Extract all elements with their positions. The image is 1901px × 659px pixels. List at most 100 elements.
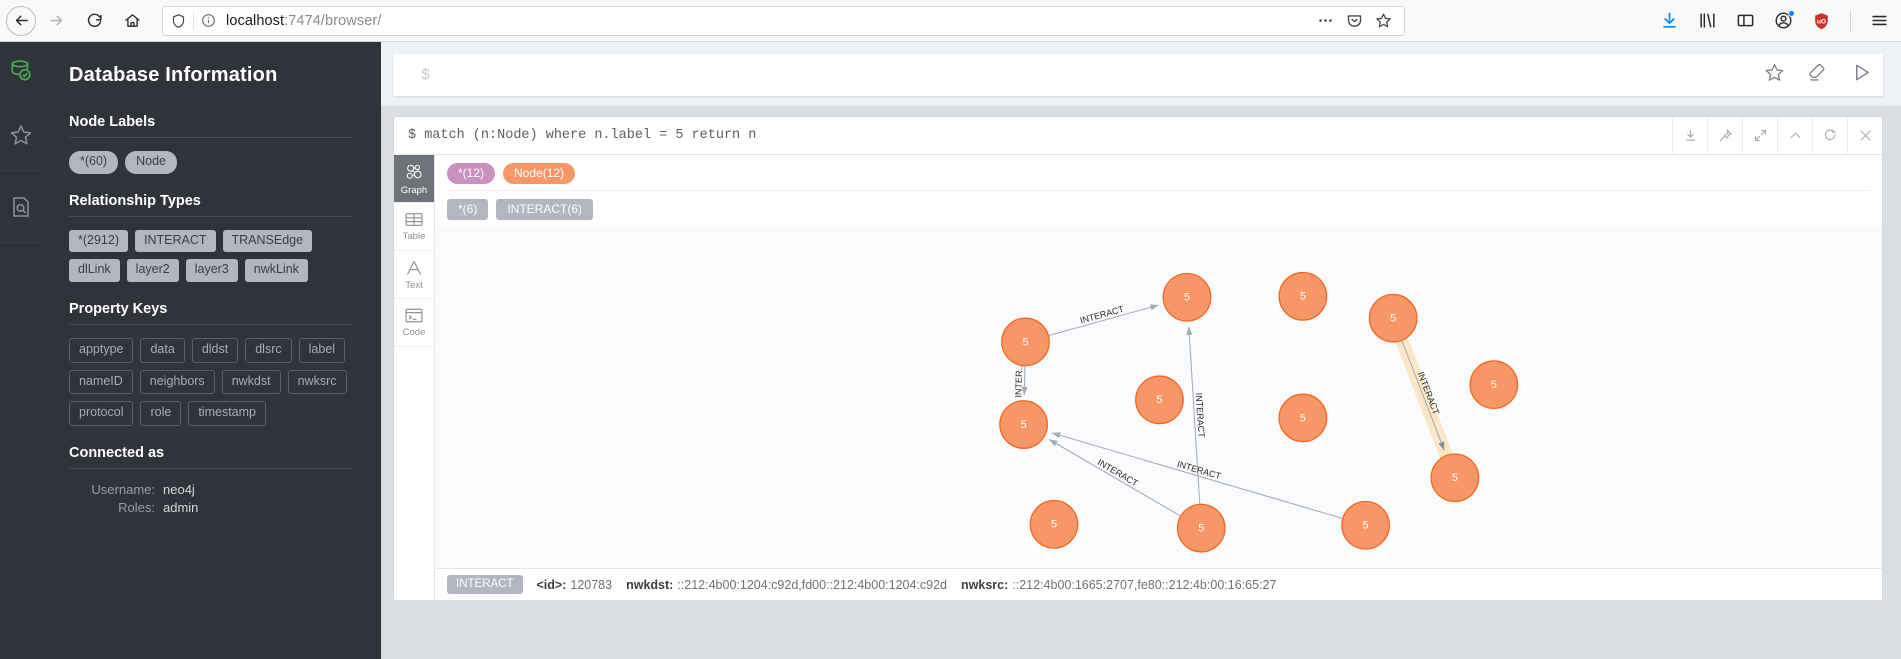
connection-details: Username: neo4j Roles: admin xyxy=(69,482,353,515)
relationship-type-chip[interactable]: dlLink xyxy=(69,259,120,282)
property-key-chip[interactable]: protocol xyxy=(69,401,134,426)
url-bar[interactable]: localhost:7474/browser/ xyxy=(162,5,1405,36)
refresh-icon[interactable] xyxy=(1812,117,1847,155)
page-actions-icon[interactable] xyxy=(1317,12,1334,29)
app-menu-icon[interactable] xyxy=(1870,11,1889,30)
status-field-value: ::212:4b00:1665:2707,fe80::212:4b:00:16:… xyxy=(1012,577,1277,592)
bookmark-star-icon[interactable] xyxy=(1375,12,1392,29)
tab-table[interactable]: Table xyxy=(394,203,434,251)
tracking-protection-shield-icon[interactable] xyxy=(171,13,186,29)
url-text: localhost:7474/browser/ xyxy=(223,13,381,29)
property-key-chip[interactable]: dlsrc xyxy=(245,337,292,363)
legend-rel-chip[interactable]: *(6) xyxy=(447,199,489,220)
node-label-chip[interactable]: Node xyxy=(125,151,177,174)
account-icon[interactable] xyxy=(1774,10,1795,30)
graph-canvas[interactable]: INTERACT INTER... INTERACT INTERACT INTERACT… xyxy=(435,226,1882,568)
app-root: localhost:7474/browser/ uO Database Info… xyxy=(0,0,1901,659)
frame-header: $ match (n:Node) where n.label = 5 retur… xyxy=(394,117,1882,155)
node-label-chip[interactable]: *(60) xyxy=(69,151,119,174)
graph-node[interactable]: 5 xyxy=(1001,317,1050,367)
section-node-labels: Node Labels *(60) Node xyxy=(69,114,353,174)
run-play-icon[interactable] xyxy=(1850,61,1873,89)
expand-icon[interactable] xyxy=(1742,117,1777,155)
database-status-icon[interactable] xyxy=(0,42,41,99)
section-divider xyxy=(69,323,353,325)
graph-node[interactable]: 5 xyxy=(999,400,1049,449)
graph-node[interactable]: 5 xyxy=(1029,499,1079,549)
property-key-chip[interactable]: dldst xyxy=(191,337,239,363)
property-key-chip[interactable]: nwkdst xyxy=(221,369,281,395)
library-icon[interactable] xyxy=(1698,11,1717,30)
graph-legend: *(12) Node(12) *(6) INTERACT(6) xyxy=(435,155,1882,226)
relationship-edge[interactable] xyxy=(1401,340,1445,451)
status-field: nwksrc:::212:4b00:1665:2707,fe80::212:4b… xyxy=(961,578,1276,592)
graph-node-caption: 5 xyxy=(1198,522,1204,534)
editor-area: $ xyxy=(381,42,1901,106)
property-key-chip[interactable]: apptype xyxy=(69,337,134,363)
graph-node-caption: 5 xyxy=(1300,291,1306,303)
graph-node[interactable]: 5 xyxy=(1430,453,1480,503)
sidebar-icon[interactable] xyxy=(1736,11,1755,30)
tab-text[interactable]: Text xyxy=(394,251,434,299)
home-button[interactable] xyxy=(114,3,150,39)
tab-graph[interactable]: Graph xyxy=(394,155,434,203)
frame-query-text[interactable]: $ match (n:Node) where n.label = 5 retur… xyxy=(394,128,756,143)
reload-button[interactable] xyxy=(76,3,112,39)
property-key-chip[interactable]: label xyxy=(298,337,346,363)
page-info-icon[interactable] xyxy=(201,13,216,28)
relationship-type-chip[interactable]: INTERACT xyxy=(135,229,216,253)
relationship-label: INTER... xyxy=(1013,363,1024,398)
legend-rel-chip[interactable]: INTERACT(6) xyxy=(496,199,594,220)
account-notification-dot xyxy=(1788,10,1795,17)
graph-node[interactable]: 5 xyxy=(1278,393,1328,443)
back-button[interactable] xyxy=(6,5,36,36)
relationship-type-chip[interactable]: layer3 xyxy=(185,259,238,282)
close-icon[interactable] xyxy=(1847,117,1882,155)
downloads-icon[interactable] xyxy=(1660,11,1679,30)
ublock-origin-icon[interactable]: uO xyxy=(1812,11,1831,31)
status-field-value: 120783 xyxy=(570,577,613,592)
graph-node[interactable]: 5 xyxy=(1162,272,1212,322)
download-icon[interactable] xyxy=(1672,117,1707,155)
connection-row: Roles: admin xyxy=(69,500,353,515)
graph-node[interactable]: 5 xyxy=(1176,503,1226,553)
pin-icon[interactable] xyxy=(1707,117,1742,155)
property-key-chip[interactable]: data xyxy=(140,337,185,363)
urlbar-divider xyxy=(193,11,194,30)
graph-node[interactable]: 5 xyxy=(1278,271,1328,321)
graph-node[interactable]: 5 xyxy=(1368,293,1418,343)
section-divider xyxy=(69,137,353,138)
pocket-icon[interactable] xyxy=(1346,12,1363,29)
cypher-editor[interactable]: $ xyxy=(393,54,1883,96)
status-badge: INTERACT xyxy=(447,575,523,594)
forward-button[interactable] xyxy=(38,3,74,39)
legend-relationships: *(6) INTERACT(6) xyxy=(447,190,1870,220)
graph-node-caption: 5 xyxy=(1390,313,1396,325)
property-key-chip[interactable]: neighbors xyxy=(139,369,215,395)
node-label-chips: *(60) Node xyxy=(69,151,353,174)
graph-visualization[interactable]: INTERACTINTER...INTERACTINTERACT INTERACT… xyxy=(435,226,1882,568)
legend-node-chip[interactable]: Node(12) xyxy=(503,163,576,184)
property-key-chip[interactable]: timestamp xyxy=(188,401,266,426)
sidebar-item-favorites[interactable] xyxy=(0,99,41,171)
favorite-star-icon[interactable] xyxy=(1764,62,1785,88)
section-title: Connected as xyxy=(69,444,165,461)
graph-node[interactable]: 5 xyxy=(1341,500,1391,550)
clear-eraser-icon[interactable] xyxy=(1807,62,1828,88)
graph-node[interactable]: 5 xyxy=(1135,375,1184,425)
relationship-type-chip[interactable]: layer2 xyxy=(126,259,179,282)
legend-node-chip[interactable]: *(12) xyxy=(447,163,496,184)
inspector-status-bar: INTERACT <id>: 120783 nwkdst:::212:4b00:1… xyxy=(435,568,1882,600)
relationship-edge[interactable] xyxy=(1021,365,1028,396)
sidebar-item-documents[interactable] xyxy=(0,171,41,243)
property-key-chip[interactable]: role xyxy=(140,401,182,426)
property-key-chip[interactable]: nameID xyxy=(69,369,133,395)
relationship-type-chip[interactable]: nwkLink xyxy=(244,259,308,282)
tab-label: Code xyxy=(402,327,426,338)
tab-code[interactable]: Code xyxy=(394,299,434,347)
relationship-type-chip[interactable]: TRANSEdge xyxy=(222,229,313,253)
collapse-chevron-icon[interactable] xyxy=(1777,117,1812,155)
property-key-chip[interactable]: nwksrc xyxy=(287,369,347,395)
relationship-type-chip[interactable]: *(2912) xyxy=(69,229,128,253)
graph-node[interactable]: 5 xyxy=(1469,360,1519,410)
